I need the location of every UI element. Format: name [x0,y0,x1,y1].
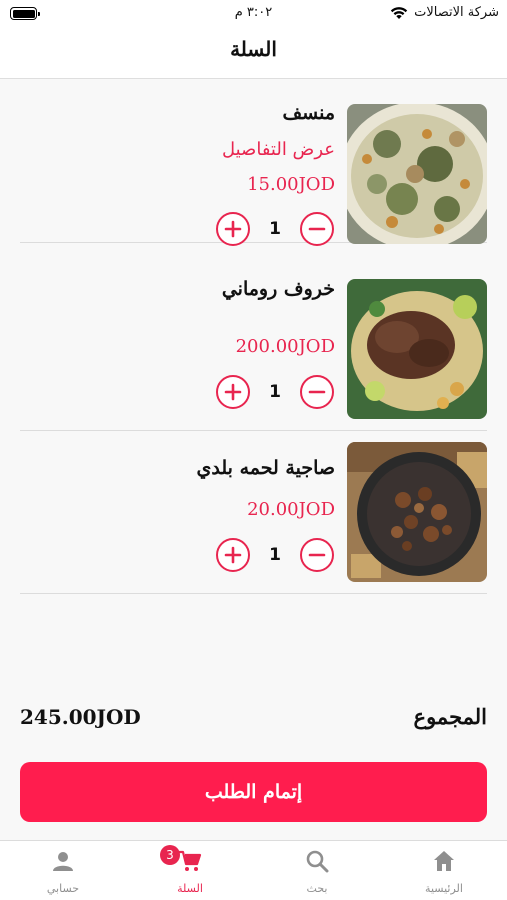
cart-icon [178,849,202,873]
minus-icon [308,553,326,557]
quantity-stepper: 1 [20,538,360,572]
plus-icon [224,220,242,238]
item-name: منسف [282,102,335,124]
total-label: المجموع [413,704,487,729]
item-price: 200.00JOD [235,336,335,357]
carrier-name: شركة الاتصالات [414,5,499,20]
decrease-quantity-button[interactable] [300,538,334,572]
tab-bar: حسابي السلة بحث الرئيسية [0,840,507,900]
item-price: 20.00JOD [247,499,335,520]
tab-cart[interactable]: السلة [127,841,253,900]
cart-screen: ٣:٠٢ م شركة الاتصالات السلة منسف عرض الت… [0,0,507,900]
plus-icon [224,383,242,401]
item-price: 15.00JOD [247,174,335,195]
cart-count-badge: 3 [160,845,180,865]
mansaf-dish-photo [347,104,487,244]
wifi-icon [390,6,408,19]
roast-lamb-image[interactable] [347,279,487,419]
minus-icon [308,390,326,394]
tab-label: حسابي [46,882,80,895]
minus-icon [308,227,326,231]
cart-item: منسف عرض التفاصيل 15.00JOD 1 [20,80,487,246]
decrease-quantity-button[interactable] [300,212,334,246]
status-bar: ٣:٠٢ م شركة الاتصالات [0,0,507,28]
cart-item: صاجية لحمه بلدي 20.00JOD 1 [20,431,487,594]
cart-item: خروف روماني 200.00JOD 1 [20,268,487,431]
tab-home[interactable]: الرئيسية [381,841,507,900]
search-icon [305,849,329,873]
tab-account[interactable]: حسابي [0,841,126,900]
tab-label: بحث [306,882,328,895]
quantity-value: 1 [269,219,281,239]
meat-pan-photo [347,442,487,582]
increase-quantity-button[interactable] [216,212,250,246]
header: السلة [0,28,507,79]
increase-quantity-button[interactable] [216,375,250,409]
item-name: صاجية لحمه بلدي [196,457,335,479]
tab-label: السلة [177,882,203,895]
roast-lamb-photo [347,279,487,419]
checkout-button[interactable]: إتمام الطلب [20,762,487,822]
item-name: خروف روماني [221,278,335,300]
quantity-value: 1 [269,545,281,565]
quantity-value: 1 [269,382,281,402]
view-details-link[interactable]: عرض التفاصيل [222,139,335,160]
increase-quantity-button[interactable] [216,538,250,572]
tab-label: الرئيسية [425,882,463,895]
person-icon [51,849,75,873]
total-value: 245.00JOD [20,705,141,729]
page-title: السلة [230,37,277,61]
status-carrier-group: شركة الاتصالات [390,5,499,20]
decrease-quantity-button[interactable] [300,375,334,409]
quantity-stepper: 1 [20,212,360,246]
mansaf-dish-image[interactable] [347,104,487,244]
quantity-stepper: 1 [20,375,360,409]
home-icon [432,849,456,873]
tab-search[interactable]: بحث [254,841,380,900]
meat-pan-image[interactable] [347,442,487,582]
plus-icon [224,546,242,564]
